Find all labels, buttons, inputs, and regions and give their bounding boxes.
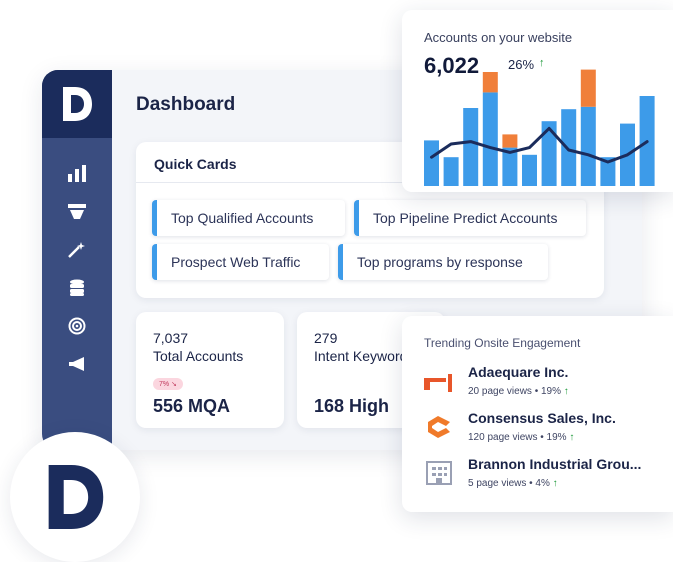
sidebar-logo[interactable] [42, 70, 112, 138]
trending-engagement-card: Trending Onsite Engagement Adaequare Inc… [402, 316, 673, 512]
accounts-chart-card[interactable]: Accounts on your website 6,022 26% ↑ [402, 10, 673, 192]
chart-bar-segment [580, 69, 596, 107]
sidebar [42, 70, 112, 450]
chart-bar [443, 157, 459, 186]
stat-value: 556 MQA [153, 396, 231, 416]
chart-bar [482, 92, 498, 186]
arrow-up-icon: ↑ [552, 478, 558, 489]
stat-card-total-accounts[interactable]: 7,037 Total Accounts 7% ↘ 556 MQA [136, 312, 284, 428]
quick-card-top-pipeline-predict-accounts[interactable]: Top Pipeline Predict Accounts [354, 200, 586, 236]
quick-cards-title: Quick Cards [154, 156, 237, 172]
company-name: Adaequare Inc. [468, 364, 569, 380]
stat-number: 279 [314, 330, 338, 346]
chart-bar [580, 106, 596, 186]
quick-card-prospect-web-traffic[interactable]: Prospect Web Traffic [152, 244, 329, 280]
page-title: Dashboard [136, 94, 236, 115]
target-icon[interactable] [65, 314, 89, 338]
list-item[interactable]: Adaequare Inc. 20 page views • 19% ↑ [424, 364, 664, 404]
chart-bar [541, 121, 557, 186]
chart-bar-segment [502, 134, 518, 148]
chart-bar [424, 140, 439, 186]
adaequare-logo-icon [424, 374, 452, 392]
company-meta: 5 page views • 4% ↑ [468, 478, 558, 489]
arrow-up-icon: ↑ [563, 386, 569, 397]
chart-bar [522, 154, 537, 186]
company-name: Brannon Industrial Grou... [468, 456, 642, 472]
arrow-up-icon: ↑ [569, 432, 575, 443]
database-icon[interactable] [65, 276, 89, 300]
trending-title: Trending Onsite Engagement [424, 336, 581, 350]
stat-value: 168 High [314, 396, 390, 416]
list-item[interactable]: Consensus Sales, Inc. 120 page views • 1… [424, 410, 664, 450]
funnel-icon[interactable] [65, 200, 89, 224]
company-meta: 120 page views • 19% ↑ [468, 432, 575, 443]
company-name: Consensus Sales, Inc. [468, 410, 616, 426]
company-meta: 20 page views • 19% ↑ [468, 386, 569, 397]
chart-bar [463, 108, 479, 186]
chart-bar [561, 109, 577, 186]
stat-number: 7,037 [153, 330, 189, 346]
list-item[interactable]: Brannon Industrial Grou... 5 page views … [424, 456, 664, 496]
chart-bar-segment [482, 72, 498, 93]
status-badge: 7% ↘ [153, 378, 183, 390]
stat-label: Total Accounts [153, 348, 244, 364]
brand-logo-badge [10, 432, 140, 562]
quick-card-top-qualified-accounts[interactable]: Top Qualified Accounts [152, 200, 345, 236]
accounts-bar-chart [424, 69, 655, 186]
consensus-logo-icon [428, 416, 450, 438]
stat-label: Intent Keywords [314, 348, 415, 364]
megaphone-icon[interactable] [65, 352, 89, 376]
quick-card-top-programs-by-response[interactable]: Top programs by response [338, 244, 548, 280]
building-icon [426, 461, 452, 485]
bar-chart-icon[interactable] [65, 162, 89, 186]
magic-wand-icon[interactable] [65, 238, 89, 262]
brand-d-logo-icon [48, 465, 104, 529]
brand-d-logo-icon [63, 87, 92, 121]
